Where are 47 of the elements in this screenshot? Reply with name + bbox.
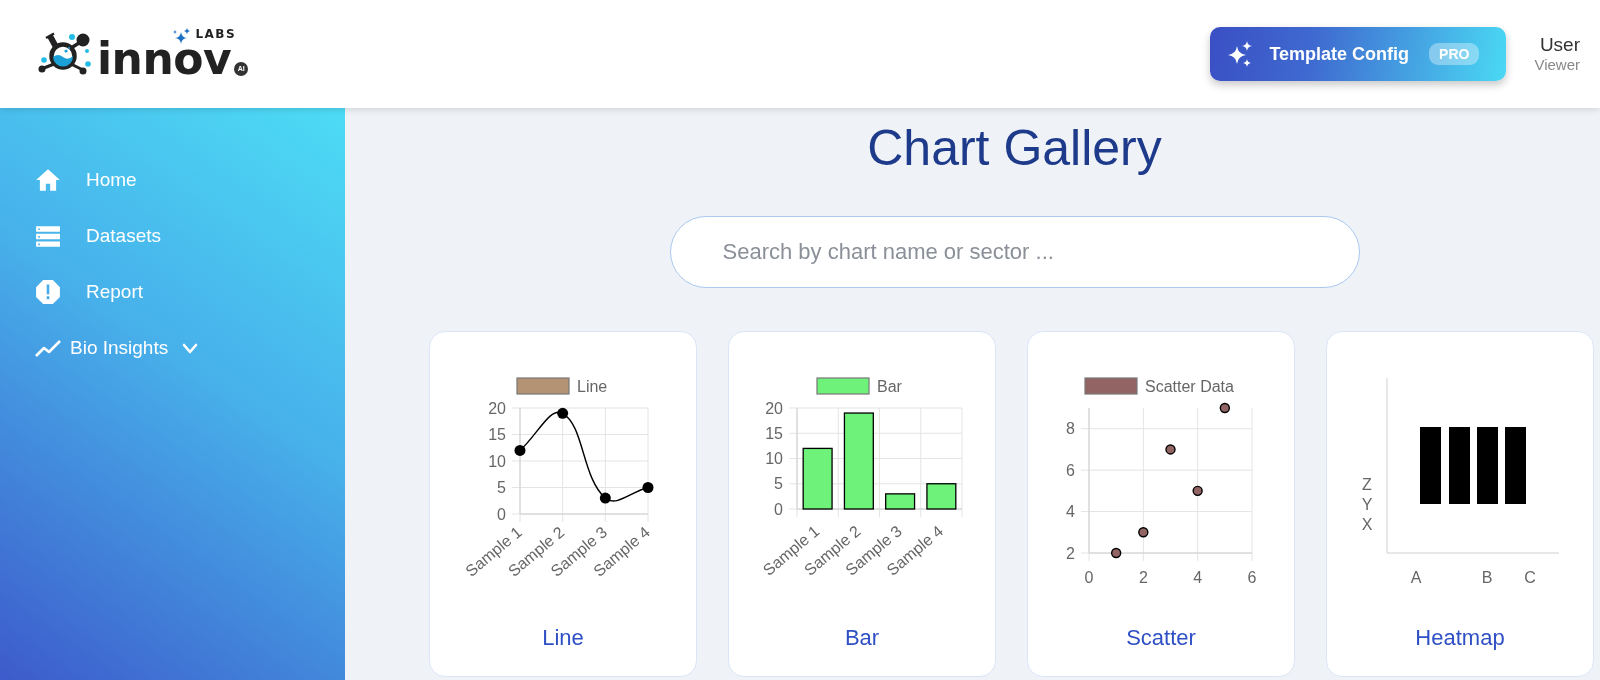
y-tick-label: 15	[765, 424, 783, 442]
y-axis-label: Y	[1361, 496, 1373, 513]
chart-title: Line	[542, 625, 584, 651]
x-axis-label: A	[1410, 569, 1422, 586]
page-title: Chart Gallery	[866, 119, 1163, 178]
logo-tag: LABS	[195, 27, 237, 40]
alert-octagon-icon	[35, 279, 61, 305]
x-tick-label: 2	[1138, 569, 1148, 586]
legend-label: Bar	[877, 378, 902, 395]
y-tick-label: 0	[774, 500, 783, 518]
legend-label: Scatter Data	[1145, 378, 1234, 395]
y-tick-label: 5	[497, 479, 506, 496]
chart-card[interactable]: A B C Z Y X Heatmap	[1326, 331, 1594, 677]
y-tick-label: 20	[765, 399, 783, 417]
x-tick-label: 6	[1247, 569, 1257, 586]
y-tick-label: 2	[1066, 544, 1075, 562]
y-axis-label: X	[1361, 516, 1373, 533]
user-name: User	[1538, 33, 1580, 57]
server-icon	[35, 223, 61, 249]
chart-title: Heatmap	[1415, 625, 1505, 651]
user-role: Viewer	[1534, 56, 1580, 75]
y-tick-label: 10	[488, 452, 506, 470]
y-tick-label: 8	[1066, 420, 1075, 438]
legend-label: Line	[577, 378, 608, 395]
y-tick-label: 15	[488, 426, 506, 443]
x-axis-label: B	[1481, 569, 1493, 586]
y-axis-label: Z	[1362, 476, 1372, 493]
chart-card[interactable]: 0 2 4 6 2 4 6 8 Scatter Data Scatter	[1027, 331, 1295, 677]
logo-wordmark: innov	[97, 39, 232, 77]
x-axis-label: C	[1524, 569, 1536, 586]
x-tick-label: 0	[1084, 569, 1094, 586]
chart-title: Bar	[844, 625, 880, 651]
x-tick-label: 4	[1193, 569, 1203, 586]
trend-line-icon	[35, 339, 61, 357]
search-field[interactable]: Search by chart name or sector ...	[669, 216, 1360, 288]
y-tick-label: 20	[488, 399, 506, 417]
chart-title: Scatter	[1126, 625, 1196, 651]
y-tick-label: 4	[1066, 503, 1075, 521]
home-icon	[35, 167, 61, 193]
y-tick-label: 6	[1066, 461, 1075, 479]
pro-badge: PRO	[1429, 43, 1480, 65]
y-tick-label: 10	[765, 450, 783, 467]
y-tick-label: 5	[774, 475, 783, 493]
template-config-button[interactable]: Template Config PRO	[1210, 27, 1507, 81]
y-tick-label: 0	[497, 505, 506, 523]
flask-logo-icon	[37, 31, 93, 77]
sidebar-item[interactable]: Bio Insights	[0, 320, 345, 376]
